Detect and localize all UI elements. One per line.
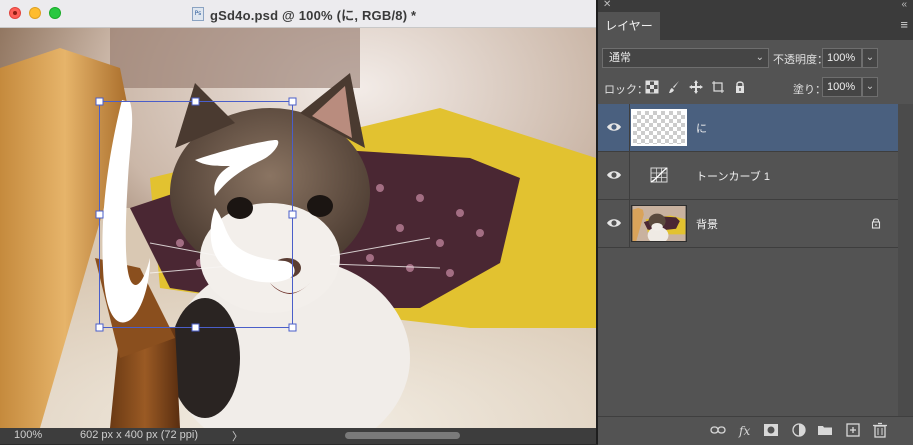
- fill-dropdown-button[interactable]: ⌄: [862, 77, 878, 97]
- zoom-window-button[interactable]: [49, 7, 61, 19]
- lock-image-pixels-icon[interactable]: [666, 79, 682, 95]
- psd-file-icon: Ps: [192, 7, 204, 21]
- layer-row-background[interactable]: 背景: [598, 200, 898, 248]
- layer-list: に トーンカーブ 1 背景: [598, 104, 898, 416]
- blend-mode-select[interactable]: 通常 ⌄: [602, 48, 769, 68]
- eye-icon[interactable]: [606, 168, 622, 182]
- blend-row: 通常 ⌄ 不透明度： 100% ⌄: [598, 48, 913, 70]
- layer-style-fx-icon[interactable]: fx: [737, 422, 755, 438]
- opacity-input[interactable]: 100%: [822, 48, 862, 68]
- canvas-photo: [0, 28, 596, 428]
- close-panel-icon[interactable]: ✕: [603, 0, 611, 10]
- layer-name: 背景: [696, 219, 718, 231]
- layer-thumbnail-transparent: [631, 109, 687, 146]
- lock-label: ロック：: [604, 84, 648, 96]
- new-group-folder-icon[interactable]: [816, 422, 834, 438]
- add-mask-icon[interactable]: [762, 422, 780, 438]
- title-wrap: Ps gSd4o.psd @ 100% (に, RGB/8) *: [192, 4, 416, 24]
- lock-transparent-pixels-icon[interactable]: [644, 79, 660, 95]
- panel-header: ✕ «: [598, 0, 913, 12]
- zoom-level[interactable]: 100%: [14, 429, 42, 441]
- eye-icon[interactable]: [606, 120, 622, 134]
- minimize-window-button[interactable]: [29, 7, 41, 19]
- document-size: 602 px x 400 px (72 ppi): [80, 429, 199, 441]
- row-separator: [629, 152, 630, 199]
- document-title: gSd4o.psd @ 100% (に, RGB/8) *: [210, 7, 417, 23]
- delete-layer-trash-icon[interactable]: [871, 422, 889, 438]
- chevron-down-icon: ⌄: [755, 52, 764, 63]
- row-separator: [629, 200, 630, 247]
- eye-icon[interactable]: [606, 216, 622, 230]
- blend-mode-value: 通常: [609, 52, 631, 64]
- fill-input[interactable]: 100%: [822, 77, 862, 97]
- layer-lock-icon: [871, 218, 881, 229]
- panel-menu-icon[interactable]: ≡: [900, 18, 908, 31]
- panel-bottom-toolbar: fx: [598, 416, 913, 445]
- lock-position-icon[interactable]: [688, 79, 704, 95]
- new-layer-icon[interactable]: [844, 422, 862, 438]
- layer-list-scrollbar[interactable]: [898, 104, 913, 416]
- close-window-button[interactable]: [9, 7, 21, 19]
- svg-text:fx: fx: [738, 424, 750, 438]
- layers-panel: ✕ « レイヤー ≡ 通常 ⌄ 不透明度： 100% ⌄ ロック： 塗り： 10…: [598, 0, 913, 445]
- lock-row: ロック： 塗り： 100% ⌄: [598, 77, 913, 99]
- layer-name: に: [696, 123, 707, 135]
- status-menu-arrow[interactable]: 〉: [232, 428, 243, 444]
- row-separator: [629, 104, 630, 151]
- title-bar: Ps gSd4o.psd @ 100% (に, RGB/8) *: [0, 0, 596, 28]
- layer-row-tone-curve[interactable]: トーンカーブ 1: [598, 152, 898, 200]
- tab-layers[interactable]: レイヤー: [598, 12, 660, 40]
- opacity-dropdown-button[interactable]: ⌄: [862, 48, 878, 68]
- adjustment-layer-icon[interactable]: [790, 422, 808, 438]
- layer-thumbnail-photo: [631, 205, 687, 242]
- lock-artboard-icon[interactable]: [710, 79, 726, 95]
- lock-all-icon[interactable]: [732, 79, 748, 95]
- document-window: Ps gSd4o.psd @ 100% (に, RGB/8) * 100% 60…: [0, 0, 596, 444]
- panel-tabbar: レイヤー ≡: [598, 12, 913, 40]
- horizontal-scrollbar[interactable]: [345, 432, 460, 439]
- status-bar: 100% 602 px x 400 px (72 ppi) 〉: [0, 428, 596, 444]
- canvas-area[interactable]: [0, 28, 596, 428]
- opacity-label: 不透明度：: [773, 54, 828, 66]
- layer-name: トーンカーブ 1: [696, 171, 770, 183]
- link-layers-icon[interactable]: [709, 422, 727, 438]
- layer-row-ni[interactable]: に: [598, 104, 898, 152]
- curves-adjustment-icon: [650, 167, 668, 183]
- collapse-panel-icon[interactable]: «: [901, 0, 907, 10]
